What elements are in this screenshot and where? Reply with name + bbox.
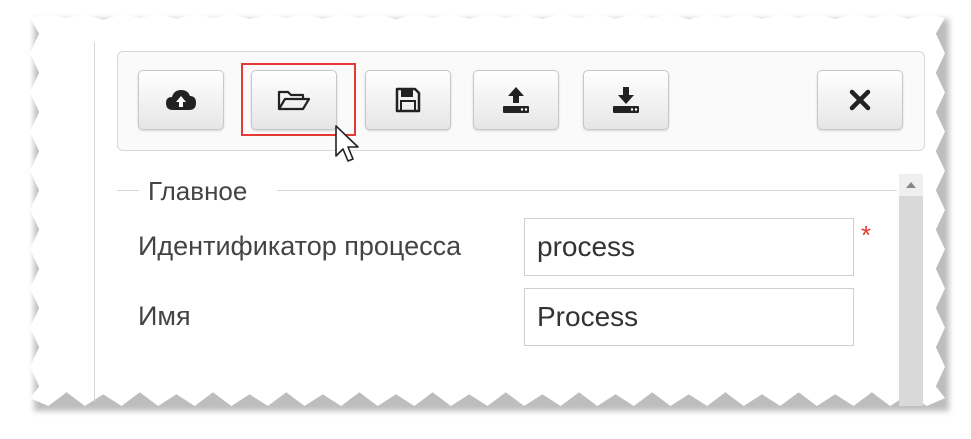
process-id-label: Идентификатор процесса	[138, 231, 462, 261]
download-icon	[613, 87, 639, 113]
section-line-left	[117, 190, 139, 191]
process-id-field[interactable]: process	[524, 218, 854, 276]
close-icon	[849, 89, 871, 111]
upload-icon	[503, 87, 529, 113]
floppy-disk-icon	[395, 87, 421, 113]
triangle-up-icon	[906, 182, 916, 188]
left-divider	[94, 42, 95, 402]
cloud-upload-button[interactable]	[138, 70, 224, 130]
name-label: Имя	[138, 301, 191, 331]
close-button[interactable]	[817, 70, 903, 130]
name-field[interactable]: Process	[524, 288, 854, 346]
section-title: Главное	[148, 176, 248, 206]
upload-button[interactable]	[473, 70, 559, 130]
required-marker: *	[861, 220, 872, 250]
save-button[interactable]	[365, 70, 451, 130]
download-button[interactable]	[583, 70, 669, 130]
scrollbar[interactable]	[899, 174, 923, 406]
section-line-right	[277, 190, 897, 191]
cloud-upload-icon	[166, 90, 196, 110]
mouse-cursor-icon	[335, 125, 359, 162]
scroll-up-arrow[interactable]	[899, 174, 923, 196]
